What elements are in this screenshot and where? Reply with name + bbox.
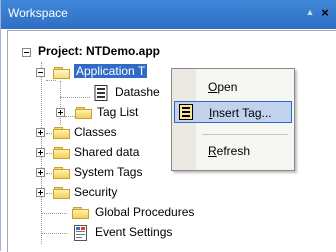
folder-icon: [72, 206, 90, 220]
workspace-panel: Workspace ▲ × Project: NTDemo.app Applic…: [0, 0, 336, 252]
menu-item-insert-tag[interactable]: Insert Tag...: [174, 101, 292, 123]
tree-item-label: Application T: [74, 64, 148, 78]
tree-item-label: Project: NTDemo.app: [38, 44, 161, 58]
tree-item-label: Shared data: [74, 145, 140, 159]
tree-item-label: Datashe: [115, 85, 160, 99]
tag-list-icon: [75, 106, 93, 120]
expand-icon[interactable]: [36, 168, 45, 177]
tree-item-label: Security: [74, 185, 118, 199]
collapse-icon[interactable]: [22, 48, 31, 57]
pin-icon[interactable]: ▲: [305, 7, 315, 17]
tree-item-event-settings[interactable]: Event Settings: [8, 224, 308, 242]
tree-item-label: Event Settings: [95, 225, 173, 239]
folder-icon: [53, 126, 71, 140]
insert-tag-icon: [179, 104, 193, 120]
folder-icon: [53, 66, 71, 80]
workspace-title: Workspace: [8, 6, 68, 20]
collapse-icon[interactable]: [36, 68, 45, 77]
menu-item-label: Refresh: [208, 144, 251, 158]
close-icon[interactable]: ×: [319, 6, 331, 20]
menu-item-label: Open: [208, 80, 238, 94]
expand-icon[interactable]: [56, 108, 65, 117]
menu-item-open[interactable]: Open: [174, 76, 292, 98]
workspace-title-bar: Workspace ▲ ×: [1, 0, 336, 29]
context-menu: Open Insert Tag... Refresh: [171, 68, 295, 171]
expand-icon[interactable]: [36, 148, 45, 157]
expand-icon[interactable]: [36, 128, 45, 137]
tree-item-global-procedures[interactable]: Global Procedures: [8, 204, 308, 222]
menu-item-label: Insert Tag...: [209, 106, 272, 120]
tree-item-label: Tag List: [97, 105, 139, 119]
folder-icon: [53, 186, 71, 200]
tree-item-security[interactable]: Security: [8, 184, 308, 202]
menu-separator: [202, 134, 288, 135]
datasheet-icon: [94, 85, 108, 101]
folder-icon: [53, 166, 71, 180]
event-settings-icon: [74, 225, 87, 241]
tree-item-label: Classes: [74, 125, 117, 139]
folder-icon: [53, 146, 71, 160]
tree-item-label: Global Procedures: [95, 205, 195, 219]
tree-item-project[interactable]: Project: NTDemo.app: [8, 43, 308, 61]
menu-item-refresh[interactable]: Refresh: [174, 140, 292, 162]
tree-item-label: System Tags: [74, 165, 143, 179]
expand-icon[interactable]: [36, 188, 45, 197]
